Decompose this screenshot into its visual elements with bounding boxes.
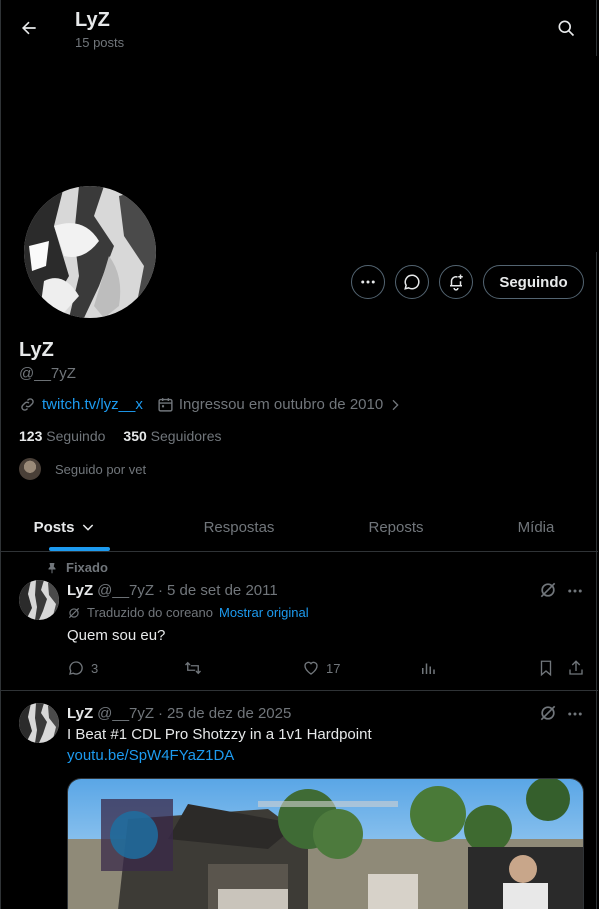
- profile-link[interactable]: twitch.tv/lyz__x: [42, 396, 143, 413]
- tweet-author[interactable]: LyZ: [67, 582, 93, 599]
- search-icon: [558, 20, 575, 37]
- share-button[interactable]: [567, 659, 585, 677]
- tweet-date[interactable]: 5 de set de 2011: [167, 582, 278, 599]
- show-original-link[interactable]: Mostrar original: [219, 605, 309, 620]
- arrow-left-icon: [22, 21, 36, 35]
- back-button[interactable]: [13, 12, 45, 44]
- views-button[interactable]: [419, 659, 437, 677]
- grok-icon: [540, 582, 556, 598]
- avatar[interactable]: [20, 182, 160, 322]
- reply-count: 3: [91, 660, 99, 676]
- message-button[interactable]: [395, 265, 429, 299]
- notifications-button[interactable]: [439, 265, 473, 299]
- pinned-indicator: Fixado: [46, 560, 108, 575]
- bookmark-icon: [540, 660, 552, 677]
- bell-plus-icon: [450, 274, 463, 291]
- tweet-more-button[interactable]: [566, 582, 584, 600]
- following-count-link[interactable]: 123 Seguindo: [19, 428, 105, 444]
- display-name: LyZ: [19, 339, 54, 361]
- link-icon: [21, 398, 34, 411]
- tweet-divider: [1, 690, 598, 691]
- tabs-divider: [1, 551, 598, 552]
- followers-count: 350: [123, 428, 147, 444]
- tab-reposts[interactable]: Reposts: [336, 503, 456, 551]
- tweet-author[interactable]: LyZ: [67, 705, 93, 722]
- follow-counts: 123 Seguindo 350 Seguidores: [19, 428, 222, 444]
- follower-avatar: [19, 458, 41, 480]
- tweet-header: LyZ @__7yZ · 25 de dez de 2025: [67, 705, 291, 722]
- pinned-label: Fixado: [66, 560, 108, 575]
- search-button[interactable]: [550, 12, 582, 44]
- post-count: 15 posts: [75, 35, 125, 50]
- reply-button[interactable]: 3: [67, 659, 98, 677]
- header-title: LyZ: [75, 9, 110, 31]
- heart-icon: [304, 661, 318, 675]
- tab-posts-label: Posts: [33, 518, 75, 536]
- calendar-icon: [158, 398, 173, 412]
- bookmark-button[interactable]: [537, 659, 555, 677]
- more-horizontal-icon: [361, 280, 375, 284]
- grok-icon: [540, 705, 556, 721]
- tab-midia[interactable]: Mídia: [486, 503, 586, 551]
- chevron-down-icon: [83, 524, 94, 531]
- profile-meta: twitch.tv/lyz__x Ingressou em outubro de…: [19, 396, 403, 413]
- tweet-link[interactable]: youtu.be/SpW4FYaZ1DA: [67, 747, 234, 764]
- followers-label: Seguidores: [150, 428, 222, 444]
- grok-button[interactable]: [538, 580, 558, 600]
- tweet-separator: ·: [158, 582, 164, 599]
- share-icon: [569, 660, 583, 675]
- tab-respostas[interactable]: Respostas: [179, 503, 299, 551]
- more-horizontal-icon: [568, 712, 582, 716]
- joined-date: Ingressou em outubro de 2010: [178, 396, 384, 413]
- more-horizontal-icon: [568, 589, 582, 593]
- tweet-date[interactable]: 25 de dez de 2025: [167, 705, 291, 722]
- following-label: Seguindo: [46, 428, 106, 444]
- following-button[interactable]: Seguindo: [483, 265, 584, 299]
- tweet-text: Quem sou eu?: [67, 627, 166, 644]
- repost-button[interactable]: [184, 659, 208, 677]
- tweet-handle[interactable]: @__7yZ: [97, 705, 154, 722]
- like-button[interactable]: 17: [302, 659, 340, 677]
- tweet-text: I Beat #1 CDL Pro Shotzzy in a 1v1 Hardp…: [67, 726, 372, 743]
- message-bubble-icon: [404, 274, 420, 290]
- tweet-more-button[interactable]: [566, 705, 584, 723]
- followed-by-text: Seguido por vet: [55, 461, 147, 477]
- grok-button[interactable]: [538, 703, 558, 723]
- tweet-avatar[interactable]: [19, 703, 59, 743]
- tweet-media[interactable]: [67, 778, 584, 909]
- tweet-header: LyZ @__7yZ · 5 de set de 2011: [67, 582, 278, 599]
- followed-by[interactable]: Seguido por vet: [19, 458, 146, 480]
- tab-posts[interactable]: Posts: [1, 503, 129, 551]
- followers-count-link[interactable]: 350 Seguidores: [123, 428, 221, 444]
- repost-icon: [185, 661, 201, 675]
- pin-icon: [48, 562, 56, 573]
- like-count: 17: [326, 660, 341, 676]
- analytics-icon: [422, 663, 435, 674]
- following-count: 123: [19, 428, 43, 444]
- reply-icon: [69, 661, 83, 675]
- chevron-right-icon[interactable]: [387, 397, 403, 413]
- translation-row: Traduzido do coreano Mostrar original: [67, 605, 309, 620]
- more-options-button[interactable]: [351, 265, 385, 299]
- tweet-avatar[interactable]: [19, 580, 59, 620]
- translated-label: Traduzido do coreano: [87, 605, 213, 620]
- translate-icon: [68, 607, 80, 618]
- handle: @__7yZ: [19, 365, 76, 382]
- tweet-separator: ·: [158, 705, 164, 722]
- tweet-handle[interactable]: @__7yZ: [97, 582, 154, 599]
